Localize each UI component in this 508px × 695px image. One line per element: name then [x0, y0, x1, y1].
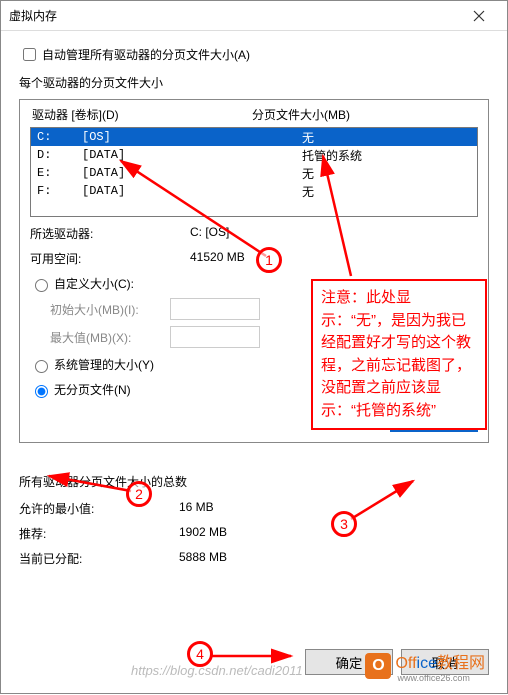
drive-row[interactable]: E: [DATA] 无	[31, 164, 477, 182]
selected-drive-label: 所选驱动器:	[30, 225, 190, 242]
header-size: 分页文件大小(MB)	[252, 106, 350, 123]
initial-size-input	[170, 298, 260, 320]
system-managed-radio[interactable]	[35, 360, 48, 373]
allocated-label: 当前已分配:	[19, 550, 179, 567]
annotation-note: 注意：此处显示：“无”，是因为我已经配置好才写的这个教程，之前忘记截图了，没配置…	[311, 279, 487, 430]
totals-section-label: 所有驱动器分页文件大小的总数	[19, 473, 489, 490]
recommended-value: 1902 MB	[179, 525, 227, 542]
avail-space-label: 可用空间:	[30, 250, 190, 267]
per-drive-section-label: 每个驱动器的分页文件大小	[19, 74, 489, 91]
custom-size-label: 自定义大小(C):	[54, 275, 134, 292]
close-button[interactable]	[459, 1, 499, 31]
drive-row[interactable]: F: [DATA] 无	[31, 182, 477, 200]
watermark-text: https://blog.csdn.net/cadi2011	[131, 663, 303, 678]
no-paging-radio[interactable]	[35, 385, 48, 398]
custom-size-radio[interactable]	[35, 279, 48, 292]
selected-drive-value: C: [OS]	[190, 225, 229, 242]
no-paging-label: 无分页文件(N)	[54, 381, 131, 398]
allocated-value: 5888 MB	[179, 550, 227, 567]
drive-row[interactable]: C: [OS] 无	[31, 128, 477, 146]
recommended-label: 推荐:	[19, 525, 179, 542]
title-bar: 虚拟内存	[1, 1, 507, 31]
avail-space-value: 41520 MB	[190, 250, 245, 267]
min-allowed-value: 16 MB	[179, 500, 214, 517]
max-size-input	[170, 326, 260, 348]
logo-icon: O	[365, 653, 391, 679]
min-allowed-label: 允许的最小值:	[19, 500, 179, 517]
header-drive: 驱动器 [卷标](D)	[32, 106, 252, 123]
drive-row[interactable]: D: [DATA] 托管的系统	[31, 146, 477, 164]
initial-size-label: 初始大小(MB)(I):	[50, 301, 170, 318]
max-size-label: 最大值(MB)(X):	[50, 329, 170, 346]
system-managed-label: 系统管理的大小(Y)	[54, 356, 154, 373]
auto-manage-label: 自动管理所有驱动器的分页文件大小(A)	[42, 46, 250, 63]
window-title: 虚拟内存	[9, 7, 459, 24]
publisher-logo: O Office教程网 www.office26.com	[365, 649, 485, 683]
auto-manage-checkbox[interactable]	[23, 48, 36, 61]
drive-list[interactable]: C: [OS] 无 D: [DATA] 托管的系统 E: [DATA] 无 F:…	[30, 127, 478, 217]
